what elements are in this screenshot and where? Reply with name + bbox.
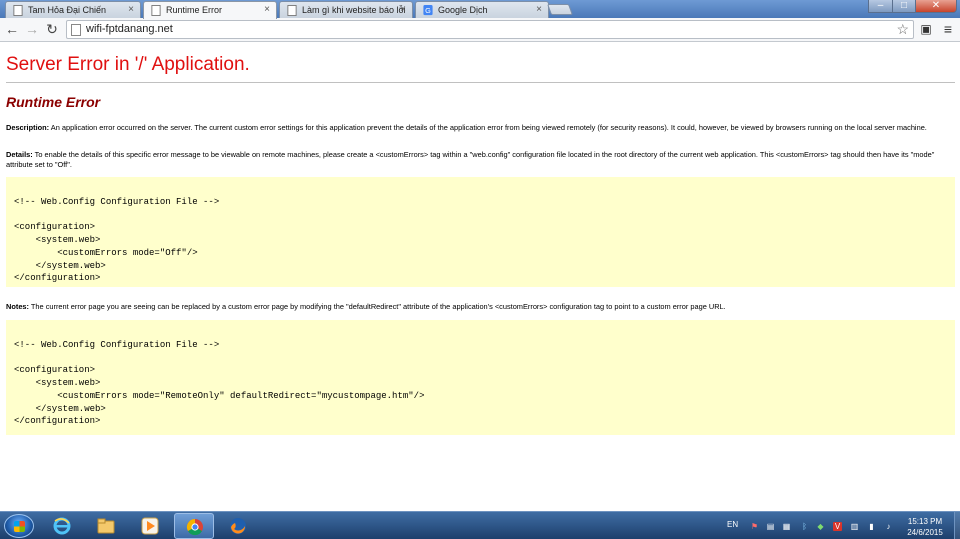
tab-runtime-error[interactable]: Runtime Error × [143,1,277,19]
bluetooth-icon[interactable]: ᛒ [800,522,809,531]
tab-title: Tam Hỏa Đại Chiến [28,5,107,15]
tab-close-icon[interactable]: × [400,4,406,15]
back-icon[interactable]: ← [4,21,20,37]
start-button[interactable] [4,514,34,538]
taskbar-firefox[interactable] [218,513,258,539]
tab-close-icon[interactable]: × [264,4,270,15]
tray-icon[interactable]: ▦ [782,522,791,531]
maximize-button[interactable]: □ [892,0,916,13]
reload-icon[interactable]: ↻ [44,21,60,37]
minimize-button[interactable]: – [868,0,893,13]
folder-icon [97,518,115,534]
firefox-icon [230,518,246,534]
close-window-button[interactable]: ✕ [915,0,957,13]
description-text: An application error occurred on the ser… [49,123,927,132]
menu-icon[interactable]: ≡ [941,22,955,36]
antivirus-icon[interactable]: V [833,522,842,531]
svg-text:G: G [425,6,431,15]
tab-title: Google Dịch [438,5,488,15]
windows-logo-icon [14,521,25,532]
google-translate-icon: G [423,5,433,16]
divider [6,82,955,83]
notes-label: Notes: [6,302,29,311]
taskbar: EN ⚑ ▤ ▦ ᛒ ◆ V ▥ ▮ ♪ 15:13 PM 24/6/2015 [0,511,960,539]
tab-strip: Tam Hỏa Đại Chiến × Runtime Error × Làm … [0,0,960,19]
flag-icon[interactable]: ⚑ [750,522,759,531]
bookmark-star-icon[interactable]: ☆ [896,21,909,38]
clock-time: 15:13 PM [907,517,943,526]
volume-icon[interactable]: ♪ [884,522,893,531]
notes-text: The current error page you are seeing ca… [29,302,726,311]
address-bar[interactable]: wifi-fptdanang.net ☆ [66,20,914,39]
tray-icon[interactable]: ◆ [816,522,825,531]
taskbar-media-player[interactable] [130,513,170,539]
tray-icon[interactable]: ▥ [850,522,859,531]
code-text: <!-- Web.Config Configuration File --> <… [14,340,425,427]
details-text: To enable the details of this specific e… [6,150,935,169]
tab-close-icon[interactable]: × [128,4,134,15]
taskbar-internet-explorer[interactable] [42,513,82,539]
code-text: <!-- Web.Config Configuration File --> <… [14,197,220,284]
tab-tam-hoa-dai-chien[interactable]: Tam Hỏa Đại Chiến × [5,1,141,18]
code-block-config-remoteonly: <!-- Web.Config Configuration File --> <… [6,320,955,435]
tab-google-dich[interactable]: G Google Dịch × [415,1,549,18]
description-label: Description: [6,123,50,132]
code-block-config-off: <!-- Web.Config Configuration File --> <… [6,177,955,287]
page-icon [151,5,161,16]
page-icon [71,24,81,36]
forward-icon[interactable]: → [24,21,40,37]
language-indicator[interactable]: EN [727,520,738,529]
tray-icon[interactable]: ▤ [766,522,775,531]
new-tab-button[interactable] [546,4,574,15]
network-icon[interactable]: ▮ [867,522,876,531]
extension-icon[interactable]: ▣ [919,22,933,36]
runtime-error-title: Runtime Error [6,94,101,110]
taskbar-file-explorer[interactable] [86,513,126,539]
tab-title: Runtime Error [166,5,223,15]
page-icon [287,5,297,16]
browser-toolbar: ← → ↻ wifi-fptdanang.net ☆ ▣ ≡ [0,18,960,42]
media-player-icon [141,517,159,535]
chrome-icon [186,518,203,536]
url-text[interactable]: wifi-fptdanang.net [86,23,173,35]
page-icon [13,5,23,16]
tab-title: Làm gì khi website báo lỗi [302,5,406,15]
details-paragraph: Details: To enable the details of this s… [6,150,951,169]
taskbar-chrome[interactable] [174,513,214,539]
show-desktop-button[interactable] [954,512,960,539]
details-label: Details: [6,150,33,159]
server-error-title: Server Error in '/' Application. [6,54,250,75]
internet-explorer-icon [53,517,71,535]
tab-lam-gi-khi-website[interactable]: Làm gì khi website báo lỗi × [279,1,413,18]
description-paragraph: Description: An application error occurr… [6,123,951,133]
tab-close-icon[interactable]: × [536,4,542,15]
notes-paragraph: Notes: The current error page you are se… [6,302,951,312]
page-content: Server Error in '/' Application. Runtime… [0,43,960,511]
clock-date: 24/6/2015 [907,528,943,537]
clock[interactable]: 15:13 PM 24/6/2015 [900,516,950,538]
